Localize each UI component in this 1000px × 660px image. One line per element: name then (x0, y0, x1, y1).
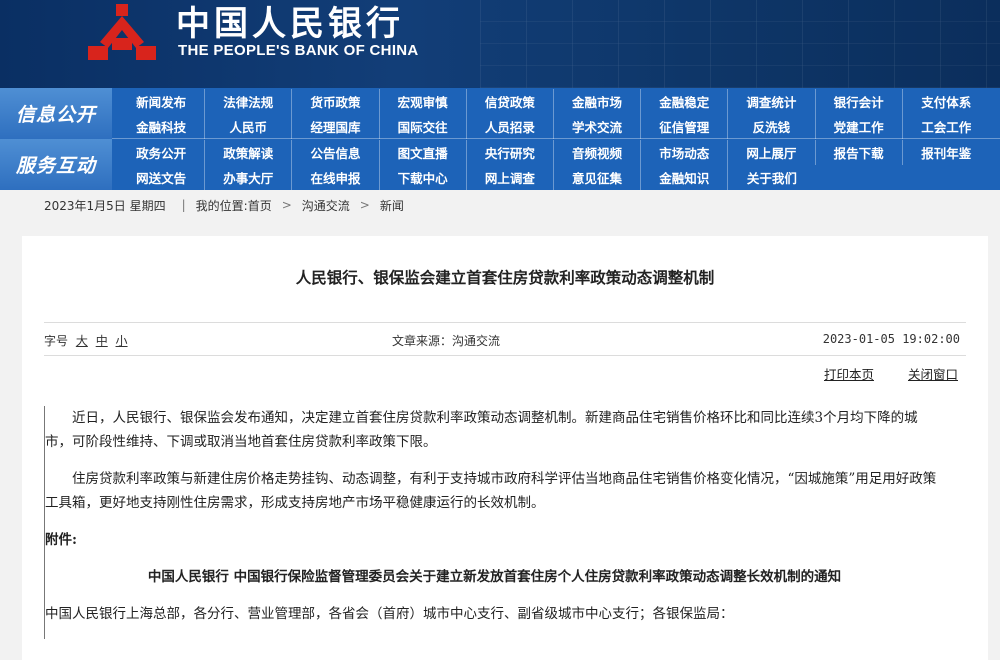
nav-section-service: 服务互动 政务公开 政策解读 公告信息 图文直播 央行研究 音频视频 市场动态 … (0, 139, 1000, 190)
breadcrumb-arrow-2: > (359, 198, 370, 212)
nav-item[interactable]: 宏观审慎 (380, 89, 467, 114)
nav-item[interactable]: 党建工作 (816, 114, 903, 139)
nav-item[interactable]: 法律法规 (205, 89, 293, 114)
nav-item[interactable]: 网送文告 (118, 165, 206, 190)
nav-item[interactable]: 学术交流 (554, 114, 642, 139)
nav-item[interactable]: 反洗钱 (728, 114, 816, 139)
nav-row-3: 政务公开 政策解读 公告信息 图文直播 央行研究 音频视频 市场动态 网上展厅 … (118, 140, 990, 165)
banner-pattern (480, 0, 1000, 88)
article-meta: 字号 大 中 小 文章来源：沟通交流 2023-01-05 19:02:00 (44, 322, 966, 356)
nav-item[interactable]: 人民币 (205, 114, 293, 139)
nav-item[interactable]: 国际交往 (380, 114, 467, 139)
nav-item[interactable]: 图文直播 (380, 140, 467, 165)
article-panel: 人民银行、银保监会建立首套住房贷款利率政策动态调整机制 字号 大 中 小 文章来… (22, 236, 988, 660)
nav-item[interactable]: 报刊年鉴 (903, 140, 990, 165)
nav-item[interactable]: 市场动态 (641, 140, 729, 165)
nav-item[interactable]: 货币政策 (292, 89, 380, 114)
nav-item[interactable]: 工会工作 (903, 114, 990, 139)
nav-row-4: 网送文告 办事大厅 在线申报 下载中心 网上调查 意见征集 金融知识 关于我们 (118, 165, 816, 190)
nav-item[interactable]: 网上调查 (467, 165, 554, 190)
nav-row-2: 金融科技 人民币 经理国库 国际交往 人员招录 学术交流 征信管理 反洗钱 党建… (118, 114, 990, 139)
header-banner: 中国人民银行 THE PEOPLE'S BANK OF CHINA (0, 0, 1000, 88)
font-small-link[interactable]: 小 (116, 334, 128, 348)
article-paragraph: 近日，人民银行、银保监会发布通知，决定建立首套住房贷款利率政策动态调整机制。新建… (45, 410, 918, 450)
nav-item[interactable]: 公告信息 (292, 140, 380, 165)
nav-item[interactable]: 办事大厅 (205, 165, 293, 190)
nav-item[interactable]: 金融知识 (641, 165, 729, 190)
nav-item[interactable]: 网上展厅 (728, 140, 816, 165)
nav-section-label-service: 服务互动 (0, 139, 112, 190)
nav-section-label-info: 信息公开 (0, 88, 112, 139)
current-date: 2023年1月5日 星期四 (44, 198, 166, 213)
nav-item[interactable]: 新闻发布 (118, 89, 206, 114)
pboc-logo-icon[interactable] (86, 2, 166, 66)
nav-item[interactable]: 央行研究 (467, 140, 554, 165)
nav-row-1: 新闻发布 法律法规 货币政策 宏观审慎 信贷政策 金融市场 金融稳定 调查统计 … (118, 89, 990, 114)
nav-item[interactable]: 征信管理 (641, 114, 729, 139)
notice-title: 中国人民银行 中国银行保险监督管理委员会关于建立新发放首套住房个人住房贷款利率政… (147, 569, 842, 585)
close-window-link[interactable]: 关闭窗口 (908, 367, 958, 382)
font-size-label: 字号 (44, 334, 69, 348)
main-nav: 信息公开 新闻发布 法律法规 货币政策 宏观审慎 信贷政策 金融市场 金融稳定 … (0, 88, 1000, 190)
nav-item[interactable]: 调查统计 (728, 89, 816, 114)
breadcrumb-divider: | (181, 198, 186, 212)
nav-item[interactable]: 政务公开 (118, 140, 206, 165)
nav-item[interactable]: 在线申报 (292, 165, 380, 190)
font-size-controls: 字号 大 中 小 (44, 332, 128, 349)
nav-item[interactable]: 报告下载 (816, 140, 903, 165)
print-page-link[interactable]: 打印本页 (824, 367, 874, 382)
nav-item[interactable]: 经理国库 (292, 114, 380, 139)
nav-item[interactable]: 金融稳定 (641, 89, 729, 114)
nav-item[interactable]: 金融市场 (554, 89, 642, 114)
nav-item[interactable]: 银行会计 (816, 89, 903, 114)
notice-addressee: 中国人民银行上海总部，各分行、营业管理部，各省会（首府）城市中心支行、副省级城市… (45, 606, 734, 622)
nav-item[interactable]: 金融科技 (118, 114, 206, 139)
article-title: 人民银行、银保监会建立首套住房贷款利率政策动态调整机制 (295, 268, 715, 287)
site-title-en[interactable]: THE PEOPLE'S BANK OF CHINA (178, 42, 419, 59)
nav-item[interactable]: 下载中心 (380, 165, 467, 190)
nav-section-info: 信息公开 新闻发布 法律法规 货币政策 宏观审慎 信贷政策 金融市场 金融稳定 … (0, 88, 1000, 139)
breadcrumb-home-link[interactable]: 我的位置:首页 (196, 197, 272, 214)
nav-item[interactable]: 关于我们 (728, 165, 815, 190)
article-source: 文章来源：沟通交流 (392, 334, 501, 348)
nav-item[interactable]: 音频视频 (554, 140, 642, 165)
attachment-label: 附件: (45, 532, 77, 548)
nav-item[interactable]: 政策解读 (205, 140, 293, 165)
breadcrumb-news-link[interactable]: 新闻 (380, 197, 404, 214)
article-paragraph: 住房贷款利率政策与新建住房价格走势挂钩、动态调整，有利于支持城市政府科学评估当地… (45, 471, 937, 511)
article-date: 2023-01-05 19:02:00 (822, 332, 960, 346)
breadcrumb-communication-link[interactable]: 沟通交流 (302, 197, 350, 214)
article-actions: 打印本页 关闭窗口 (794, 364, 958, 383)
article-body: 近日，人民银行、银保监会发布通知，决定建立首套住房贷款利率政策动态调整机制。新建… (44, 406, 944, 639)
nav-item[interactable]: 支付体系 (903, 89, 990, 114)
nav-item[interactable]: 人员招录 (467, 114, 554, 139)
font-large-link[interactable]: 大 (76, 334, 88, 348)
nav-item[interactable]: 意见征集 (554, 165, 642, 190)
breadcrumb-arrow-1: > (281, 198, 292, 212)
nav-item[interactable]: 信贷政策 (467, 89, 554, 114)
font-medium-link[interactable]: 中 (96, 334, 108, 348)
site-title-cn[interactable]: 中国人民银行 (176, 4, 404, 44)
breadcrumb: 2023年1月5日 星期四 | 我的位置:首页 > 沟通交流 > 新闻 (0, 190, 1000, 220)
